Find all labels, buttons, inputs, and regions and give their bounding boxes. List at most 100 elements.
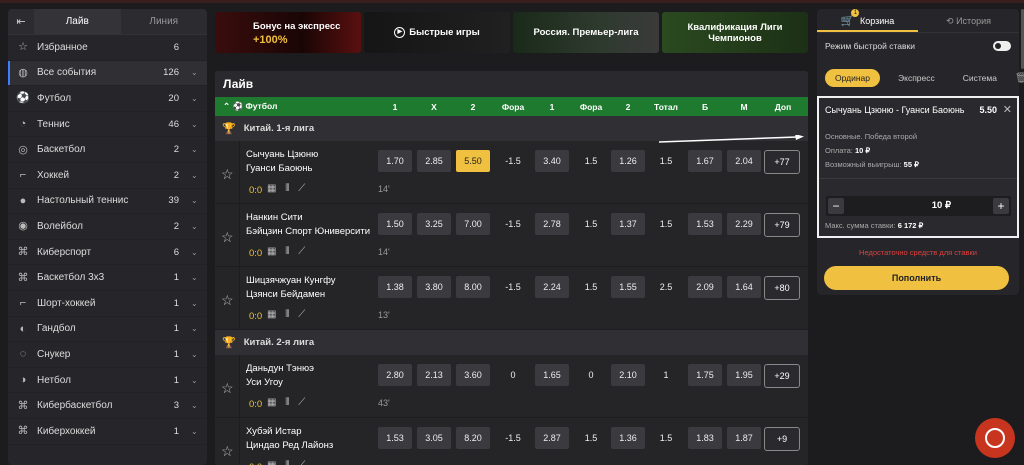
more-markets-button[interactable]: +77: [764, 150, 800, 174]
sport-header-football[interactable]: ⌃ ⚽ Футбол 1 X 2 Фора 1 Фора 2 Тотал Б М Доп: [215, 97, 808, 116]
odds-button[interactable]: 1.53: [378, 427, 412, 449]
odds-button[interactable]: 2.78: [535, 213, 569, 235]
team-home[interactable]: Шицзячжуан Кунгфу: [246, 275, 336, 286]
team-away[interactable]: Гуанси Баоюнь: [246, 163, 313, 174]
sidebar-item[interactable]: ◎ Баскетбол 2 ⌄: [8, 137, 207, 163]
sidebar-item[interactable]: ◉ Волейбол 2 ⌄: [8, 214, 207, 240]
tab-history[interactable]: ⟲ История: [918, 9, 1019, 32]
odds-button[interactable]: 3.60: [456, 364, 490, 386]
team-home[interactable]: Сычуань Цзюню: [246, 149, 318, 160]
tab-cart[interactable]: 🛒 1 Корзина: [817, 9, 918, 32]
odds-button[interactable]: 8.00: [456, 276, 490, 298]
sidebar-item[interactable]: ◑ Нетбол 1 ⌄: [8, 368, 207, 394]
team-home[interactable]: Нанкин Сити: [246, 212, 303, 223]
stats-icons[interactable]: ▦ ⫴ ⟋: [267, 460, 308, 465]
odds-button[interactable]: 2.13: [417, 364, 451, 386]
more-markets-button[interactable]: +80: [764, 276, 800, 300]
odds-button[interactable]: 7.00: [456, 213, 490, 235]
odds-button[interactable]: 2.09: [688, 276, 722, 298]
odds-button[interactable]: 1.50: [378, 213, 412, 235]
sidebar-item[interactable]: ⌘ Баскетбол 3x3 1 ⌄: [8, 265, 207, 291]
sidebar-item[interactable]: ⚽ Футбол 20 ⌄: [8, 86, 207, 112]
stats-icons[interactable]: ▦ ⫴ ⟋: [267, 183, 308, 194]
odds-button[interactable]: 3.80: [417, 276, 451, 298]
odds-button[interactable]: 1.38: [378, 276, 412, 298]
more-markets-button[interactable]: +79: [764, 213, 800, 237]
sidebar-item[interactable]: ⌘ Кибербаскетбол 3 ⌄: [8, 393, 207, 419]
odds-button[interactable]: 1.75: [688, 364, 722, 386]
odds-button[interactable]: 1.87: [727, 427, 761, 449]
team-away[interactable]: Циндао Ред Лайонз: [246, 440, 333, 451]
odds-button[interactable]: 2.24: [535, 276, 569, 298]
sidebar-item[interactable]: ⌘ Киберхоккей 1 ⌄: [8, 419, 207, 445]
match-row[interactable]: ☆Хубэй ИстарЦиндао Ред Лайонз0:0▦ ⫴ ⟋1.5…: [215, 418, 808, 465]
odds-button[interactable]: 1.37: [611, 213, 645, 235]
sidebar-item[interactable]: ● Настольный теннис 39 ⌄: [8, 189, 207, 215]
odds-button[interactable]: 1.65: [535, 364, 569, 386]
sidebar-item[interactable]: ◐ Гандбол 1 ⌄: [8, 317, 207, 343]
collapse-sidebar-icon[interactable]: ⇤: [8, 15, 34, 28]
odds-button[interactable]: 8.20: [456, 427, 490, 449]
odds-button[interactable]: 1.64: [727, 276, 761, 298]
sidebar-item[interactable]: ◍ Все события 126 ⌄: [8, 60, 207, 87]
bet-type-single[interactable]: Ординар: [825, 69, 881, 87]
team-away[interactable]: Уси Угоу: [246, 377, 283, 388]
sidebar-item[interactable]: ⌘ Киберспорт 6 ⌄: [8, 240, 207, 266]
star-icon[interactable]: ☆: [221, 292, 234, 309]
star-icon[interactable]: ☆: [221, 380, 234, 397]
league-header[interactable]: 🏆 Китай. 2-я лига: [215, 330, 808, 355]
topup-button[interactable]: Пополнить: [824, 266, 1009, 290]
odds-button[interactable]: 3.05: [417, 427, 451, 449]
star-icon[interactable]: ☆: [221, 166, 234, 183]
stake-stepper[interactable]: − 10 ₽ +: [826, 196, 1011, 216]
stats-icons[interactable]: ▦ ⫴ ⟋: [267, 246, 308, 257]
odds-button[interactable]: 1.53: [688, 213, 722, 235]
odds-button[interactable]: 1.26: [611, 150, 645, 172]
match-row[interactable]: ☆ Нанкин Сити Бэйцзин Спорт Юниверсити 0:0 ▦…: [215, 204, 808, 267]
odds-button[interactable]: 2.29: [727, 213, 761, 235]
odds-button[interactable]: 3.25: [417, 213, 451, 235]
trash-icon[interactable]: 🗑: [1015, 73, 1024, 84]
sidebar-item[interactable]: ◔ Теннис 46 ⌄: [8, 112, 207, 138]
stats-icons[interactable]: ▦ ⫴ ⟋: [267, 309, 308, 320]
sidebar-item[interactable]: ◌ Снукер 1 ⌄: [8, 342, 207, 368]
tab-live[interactable]: Лайв: [34, 9, 121, 35]
odds-button[interactable]: 1.55: [611, 276, 645, 298]
sidebar-item[interactable]: ☆ Избранное 6: [8, 35, 207, 61]
stake-value[interactable]: 10 ₽: [932, 200, 951, 211]
star-icon[interactable]: ☆: [221, 229, 234, 246]
match-row[interactable]: ☆ Даньдун Тэнюэ Уси Угоу 0:0 ▦ ⫴ ⟋ 43' 2.80 2.1…: [215, 355, 808, 418]
banner-fast-games[interactable]: ▶ Быстрые игры: [364, 12, 510, 53]
tab-line[interactable]: Линия: [121, 9, 208, 35]
more-markets-button[interactable]: +9: [764, 427, 800, 451]
banner-express-bonus[interactable]: Бонус на экспресс +100%: [215, 12, 361, 53]
match-row[interactable]: ☆ Шицзячжуан Кунгфу Цзянси Бейдамен 0:0 ▦ ⫴ …: [215, 267, 808, 330]
banner-ucl-qual[interactable]: Квалификация Лиги Чемпионов: [662, 12, 808, 53]
bet-type-express[interactable]: Экспресс: [888, 69, 945, 87]
minus-icon[interactable]: −: [828, 198, 844, 214]
odds-button[interactable]: 1.70: [378, 150, 412, 172]
odds-button[interactable]: 1.95: [727, 364, 761, 386]
team-home[interactable]: Даньдун Тэнюэ: [246, 363, 314, 374]
team-away[interactable]: Бэйцзин Спорт Юниверсити: [246, 226, 370, 237]
odds-button[interactable]: 2.87: [535, 427, 569, 449]
sidebar-item[interactable]: ⌐ Шорт-хоккей 1 ⌄: [8, 291, 207, 317]
match-row[interactable]: ☆ Сычуань Цзюню Гуанси Баоюнь 0:0 ▦ ⫴ ⟋ 14' 1.…: [215, 141, 808, 204]
odds-button[interactable]: 2.04: [727, 150, 761, 172]
odds-button[interactable]: 1.36: [611, 427, 645, 449]
chat-button[interactable]: [975, 418, 1015, 458]
sidebar-item[interactable]: ⌐ Хоккей 2 ⌄: [8, 163, 207, 189]
odds-button[interactable]: 5.50: [456, 150, 490, 172]
odds-button[interactable]: 1.83: [688, 427, 722, 449]
team-home[interactable]: Хубэй Истар: [246, 426, 302, 437]
close-icon[interactable]: ✕: [1003, 103, 1012, 116]
banner-russia-pl[interactable]: Россия. Премьер-лига: [513, 12, 659, 53]
bet-type-system[interactable]: Система: [953, 69, 1007, 87]
odds-button[interactable]: 3.40: [535, 150, 569, 172]
team-away[interactable]: Цзянси Бейдамен: [246, 289, 325, 300]
more-markets-button[interactable]: +29: [764, 364, 800, 388]
star-icon[interactable]: ☆: [221, 443, 234, 460]
plus-icon[interactable]: +: [993, 198, 1009, 214]
fast-bet-toggle[interactable]: [993, 41, 1011, 51]
stats-icons[interactable]: ▦ ⫴ ⟋: [267, 397, 308, 408]
